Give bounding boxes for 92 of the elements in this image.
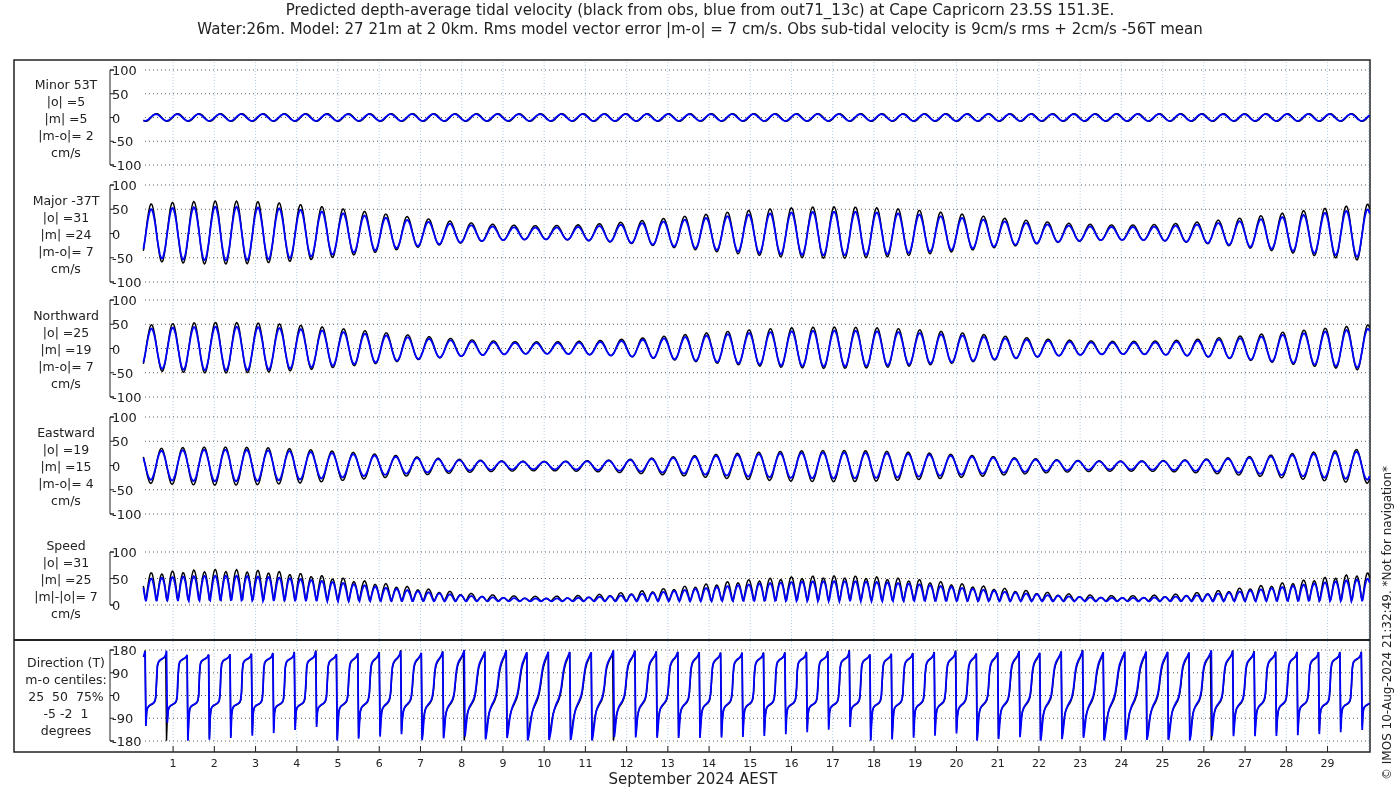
panel-statistic: |o| =5 [46,93,86,109]
y-tick-label: 50 [112,317,129,333]
x-tick-label: 3 [252,757,260,770]
y-tick-label: -90 [112,711,134,727]
y-tick-label: 90 [112,665,129,681]
panel-title: Speed [46,537,86,553]
panel-statistic: |o| =31 [42,209,90,225]
x-tick-label: 6 [375,757,383,770]
panel-title: Major -37T [32,192,100,208]
y-tick-label: 0 [112,110,121,126]
y-tick-label: -50 [112,482,134,498]
x-tick-label: 8 [458,757,466,770]
panel-title: Direction (T) [27,654,105,670]
panel-statistic: |m-o|= 2 [38,127,94,143]
panel-statistic: |m|-|o|= 7 [34,588,98,604]
y-tick-label: 0 [112,226,121,242]
panel-statistic: |m-o|= 7 [38,243,94,259]
x-tick-label: 17 [825,757,840,770]
y-tick-label: 100 [112,63,137,78]
x-tick-label: 5 [334,757,342,770]
y-tick-label: 50 [112,571,129,587]
y-tick-label: 0 [112,598,121,613]
panel-title: Minor 53T [34,76,98,92]
x-tick-label: 10 [537,757,552,770]
x-tick-label: 26 [1196,757,1211,770]
panel-statistic: cm/s [51,605,81,621]
y-tick-label: -100 [112,390,142,405]
credit-text: © IMOS 10-Aug-2024 21:32:49. *Not for navigation* [1380,465,1394,780]
y-tick-label: 50 [112,434,129,450]
y-tick-label: 100 [112,178,137,193]
y-tick-label: -100 [112,275,142,290]
y-tick-label: 50 [112,86,129,102]
chart-title: Predicted depth-average tidal velocity (black from obs, blue from out71_13c) at Cape Capricorn 23.5S 151.3E. [285,1,1115,19]
x-tick-label: 13 [660,757,675,770]
panel-statistic: |m| =25 [40,571,92,587]
x-tick-label: 14 [702,757,717,770]
x-tick-label: 12 [619,757,634,770]
x-tick-label: 4 [293,757,301,770]
panel-statistic: degrees [40,722,92,738]
x-tick-label: 16 [784,757,799,770]
x-tick-label: 18 [867,757,881,770]
panel-statistic: cm/s [51,260,81,276]
y-axis [109,551,115,606]
y-tick-label: -50 [112,365,134,381]
y-tick-label: -50 [112,250,134,266]
panel-statistic: cm/s [51,375,81,391]
panel-statistic: |o| =25 [42,324,90,340]
y-tick-label: 100 [112,293,137,308]
y-tick-label: -180 [112,734,142,749]
x-tick-label: 22 [1031,757,1046,770]
x-tick-label: 15 [743,757,758,770]
panel-statistic: m-o centiles: [25,671,107,687]
panel-statistic: |o| =19 [42,441,90,457]
panel-statistic: |m| =19 [40,341,92,357]
x-axis-label: September 2024 AEST [608,770,778,788]
x-tick-label: 20 [949,757,964,770]
panel-statistic: 25 50 75% [28,688,104,704]
x-tick-label: 21 [990,757,1005,770]
y-tick-label: 100 [112,410,137,425]
x-tick-label: 27 [1238,757,1253,770]
y-tick-label: 0 [112,341,121,357]
y-tick-label: 100 [112,545,137,560]
x-tick-label: 24 [1114,757,1129,770]
y-tick-label: 0 [112,458,121,474]
x-tick-label: 29 [1320,757,1335,770]
panel-statistic: cm/s [51,492,81,508]
chart-title: Water:26m. Model: 27 21m at 2 0km. Rms model vector error |m-o| = 7 cm/s. Obs sub-tidal velocity is 9cm/s rms + 2cm/s -56T mean [197,20,1203,38]
panel-statistic: |m| =15 [40,458,92,474]
x-tick-label: 1 [169,757,177,770]
x-tick-label: 11 [578,757,593,770]
panel-statistic: cm/s [51,144,81,160]
panel-title: Northward [33,307,99,323]
panel-statistic: |m-o|= 7 [38,358,94,374]
x-tick-label: 2 [210,757,218,770]
panel-statistic: |m| =24 [40,226,92,242]
x-tick-label: 19 [908,757,923,770]
y-tick-label: -100 [112,507,142,522]
x-tick-label: 28 [1279,757,1294,770]
y-tick-label: -100 [112,158,142,173]
y-tick-label: 0 [112,688,121,704]
y-tick-label: -50 [112,134,134,150]
x-tick-label: 25 [1155,757,1170,770]
panel-statistic: -5 -2 1 [43,705,89,721]
x-tick-label: 7 [417,757,424,770]
y-tick-label: 50 [112,202,129,218]
panel-statistic: |m| =5 [44,110,88,126]
x-tick-label: 23 [1073,757,1088,770]
x-tick-label: 9 [499,757,507,770]
panel-statistic: |o| =31 [42,554,90,570]
y-tick-label: 180 [112,643,137,658]
panel-statistic: |m-o|= 4 [38,475,94,491]
panel-title: Eastward [37,424,95,440]
